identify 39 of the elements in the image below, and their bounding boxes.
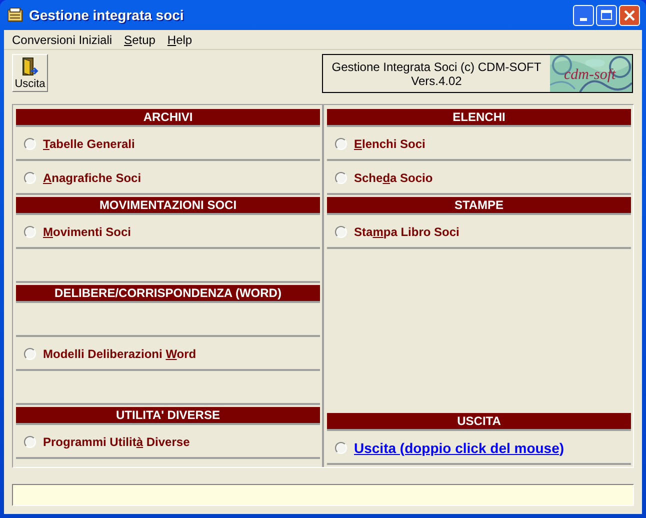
- menu-item[interactable]: Setup: [118, 30, 162, 48]
- section-header: ELENCHI: [327, 109, 631, 127]
- option-label[interactable]: Movimenti Soci: [43, 223, 132, 241]
- minimize-button[interactable]: [573, 4, 594, 26]
- radio-button[interactable]: [335, 172, 347, 184]
- exit-button[interactable]: Uscita: [12, 54, 48, 92]
- radio-button[interactable]: [24, 348, 36, 360]
- option-label[interactable]: Tabelle Generali: [43, 135, 135, 153]
- maximize-button[interactable]: [596, 4, 617, 26]
- option-label[interactable]: Scheda Socio: [354, 169, 433, 187]
- close-button[interactable]: [619, 4, 640, 26]
- option-label[interactable]: Programmi Utilità Diverse: [43, 433, 190, 451]
- radio-button[interactable]: [335, 442, 347, 454]
- section-header: MOVIMENTAZIONI SOCI: [16, 197, 320, 215]
- logo-text: cdm-soft: [564, 66, 616, 85]
- radio-button[interactable]: [24, 436, 36, 448]
- exit-link[interactable]: Uscita (doppio click del mouse): [354, 438, 564, 458]
- radio-button[interactable]: [335, 226, 347, 238]
- section-header: UTILITA' DIVERSE: [16, 407, 320, 425]
- radio-button[interactable]: [24, 138, 36, 150]
- option-label[interactable]: Stampa Libro Soci: [354, 223, 460, 241]
- menu-item[interactable]: Conversioni Iniziali: [6, 30, 118, 48]
- window-title: Gestione integrata soci: [29, 6, 185, 25]
- section-header: USCITA: [327, 413, 631, 431]
- option-label[interactable]: Elenchi Soci: [354, 135, 426, 153]
- option-label[interactable]: Anagrafiche Soci: [43, 169, 142, 187]
- radio-button[interactable]: [335, 138, 347, 150]
- banner-text: Gestione Integrata Soci (c) CDM-SOFT: [332, 60, 542, 74]
- option-label[interactable]: Modelli Deliberazioni Word: [43, 345, 196, 363]
- section-header: STAMPE: [327, 197, 631, 215]
- app-icon: [6, 7, 24, 23]
- close-icon: [624, 10, 635, 20]
- menu-item[interactable]: Help: [161, 30, 198, 48]
- banner-text: Vers.4.02: [411, 74, 462, 88]
- radio-button[interactable]: [24, 172, 36, 184]
- radio-button[interactable]: [24, 226, 36, 238]
- door-icon: [21, 57, 39, 77]
- section-header: DELIBERE/CORRISPONDENZA (WORD): [16, 285, 320, 303]
- section-header: ARCHIVI: [16, 109, 320, 127]
